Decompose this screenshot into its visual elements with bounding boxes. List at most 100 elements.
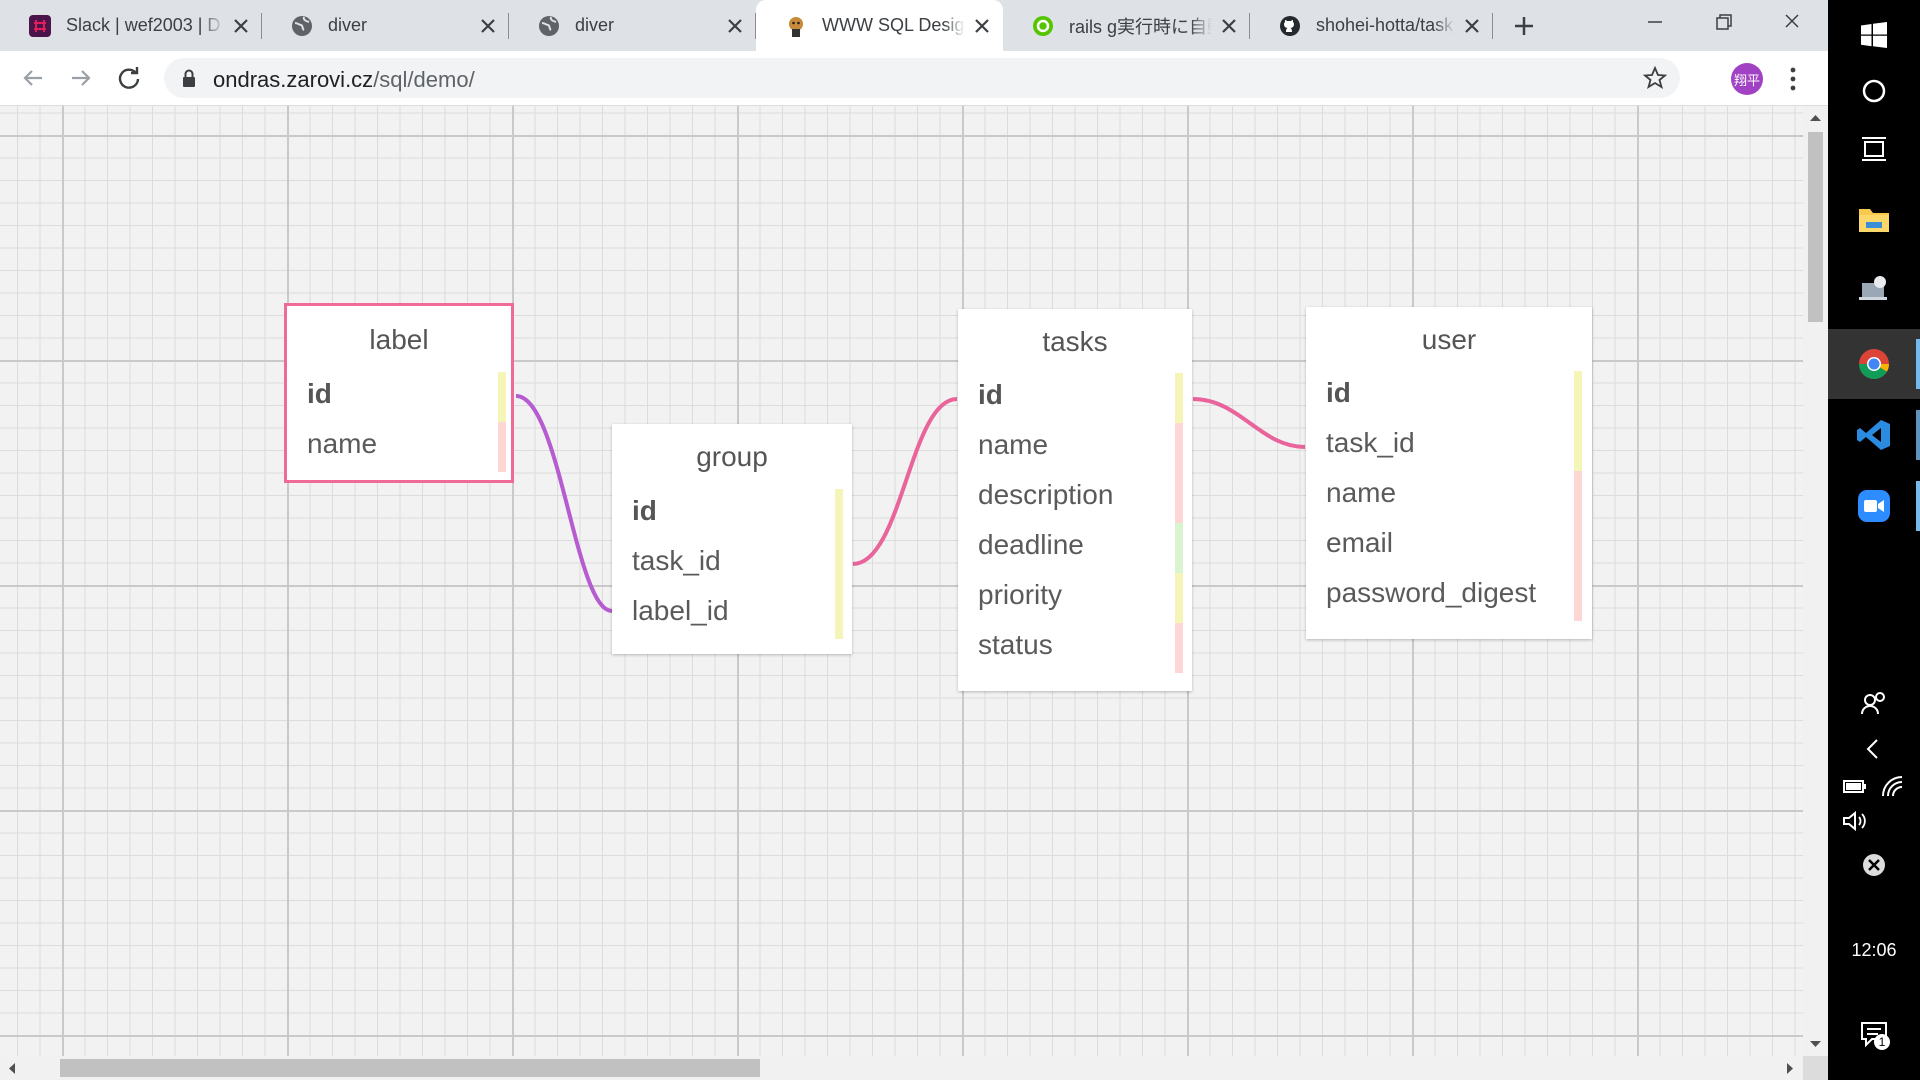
type-color-bar (1175, 423, 1183, 473)
row-priority[interactable]: priority (958, 573, 1192, 623)
relation-tasks-group[interactable] (852, 397, 958, 566)
row-name[interactable]: name (958, 423, 1192, 473)
tab-qiita[interactable]: rails g実行時に自動 (1003, 0, 1250, 51)
close-tab-icon[interactable] (724, 15, 746, 37)
table-title[interactable]: user (1306, 324, 1592, 356)
bookmark-star-icon[interactable] (1643, 66, 1667, 90)
scroll-down-arrow-icon[interactable] (1810, 1040, 1821, 1048)
type-color-bar (835, 489, 843, 539)
row-task-id[interactable]: task_id (612, 539, 852, 589)
table-title[interactable]: label (287, 324, 511, 356)
qiita-icon (1031, 14, 1055, 38)
battery-icon[interactable] (1842, 776, 1868, 796)
tab-slack[interactable]: Slack | wef2003 | D (0, 0, 262, 51)
horizontal-scroll-thumb[interactable] (60, 1059, 760, 1077)
type-color-bar (1574, 471, 1582, 521)
tab-diver-2[interactable]: diver (509, 0, 756, 51)
system-clock[interactable]: 12:06 (1828, 940, 1920, 961)
relation-tasks-user[interactable] (1192, 397, 1306, 449)
row-label-id[interactable]: label_id (612, 589, 852, 639)
tab-sql-designer[interactable]: WWW SQL Designer (756, 0, 1003, 51)
profile-avatar[interactable]: 翔平 (1731, 63, 1763, 95)
row-status[interactable]: status (958, 623, 1192, 673)
lock-icon[interactable] (181, 68, 197, 88)
tab-diver-1[interactable]: diver (262, 0, 509, 51)
horizontal-scrollbar[interactable] (0, 1056, 1803, 1080)
type-color-bar (1175, 623, 1183, 673)
forward-arrow-icon[interactable] (66, 63, 96, 93)
column-name: name (307, 428, 378, 459)
row-id[interactable]: id (612, 489, 852, 539)
volume-icon[interactable] (1842, 810, 1868, 832)
row-name[interactable]: name (1306, 471, 1592, 521)
wifi-icon[interactable] (1880, 774, 1906, 798)
zoom-icon[interactable] (1828, 471, 1920, 541)
row-password-digest[interactable]: password_digest (1306, 571, 1592, 621)
close-circle-icon[interactable] (1861, 852, 1887, 878)
designer-canvas[interactable]: label id name group id task_id label_id (0, 106, 1803, 1056)
column-name: priority (978, 579, 1063, 610)
column-name: description (978, 479, 1114, 510)
tab-bar: Slack | wef2003 | D diver diver WWW SQL … (0, 0, 1828, 51)
row-name[interactable]: name (287, 422, 511, 472)
file-explorer-icon[interactable] (1828, 184, 1920, 254)
table-title[interactable]: group (612, 441, 852, 473)
row-description[interactable]: description (958, 473, 1192, 523)
sql-designer-icon (784, 14, 808, 38)
people-icon[interactable] (1861, 690, 1887, 716)
url-host: ondras.zarovi.cz (213, 67, 374, 92)
menu-kebab-icon[interactable] (1781, 65, 1805, 93)
row-id[interactable]: id (1306, 371, 1592, 421)
table-label[interactable]: label id name (284, 303, 514, 483)
restore-icon[interactable] (1706, 8, 1740, 36)
reload-icon[interactable] (114, 63, 144, 93)
close-tab-icon[interactable] (1461, 15, 1483, 37)
task-view-icon[interactable] (1828, 114, 1920, 184)
address-bar[interactable]: ondras.zarovi.cz/sql/demo/ (164, 58, 1680, 98)
close-window-icon[interactable] (1775, 8, 1809, 36)
column-name: name (1326, 477, 1397, 508)
globe-icon (290, 14, 314, 38)
row-task-id[interactable]: task_id (1306, 421, 1592, 471)
notification-count-badge: 1 (1874, 1034, 1890, 1050)
close-tab-icon[interactable] (230, 15, 252, 37)
url-text[interactable]: ondras.zarovi.cz/sql/demo/ (213, 67, 475, 93)
chevron-left-icon[interactable] (1865, 738, 1881, 760)
row-id[interactable]: id (958, 373, 1192, 423)
row-email[interactable]: email (1306, 521, 1592, 571)
scroll-right-arrow-icon[interactable] (1786, 1063, 1794, 1074)
relation-label-group[interactable] (515, 394, 613, 613)
row-deadline[interactable]: deadline (958, 523, 1192, 573)
vscode-icon[interactable] (1828, 400, 1920, 470)
close-tab-icon[interactable] (1218, 15, 1240, 37)
table-group[interactable]: group id task_id label_id (612, 424, 852, 654)
action-center-icon[interactable]: 1 (1860, 1020, 1890, 1050)
new-tab-icon[interactable] (1510, 12, 1538, 40)
column-name: task_id (1326, 427, 1415, 458)
scroll-left-arrow-icon[interactable] (8, 1063, 16, 1074)
url-path: /sql/demo/ (373, 67, 475, 92)
remote-desktop-icon[interactable] (1828, 254, 1920, 324)
row-id[interactable]: id (287, 372, 511, 422)
tab-github[interactable]: shohei-hotta/task_ (1250, 0, 1493, 51)
table-title[interactable]: tasks (958, 326, 1192, 358)
table-user[interactable]: user id task_id name email password_dige… (1306, 307, 1592, 639)
type-color-bar (1175, 523, 1183, 573)
column-name: email (1326, 527, 1393, 558)
scroll-up-arrow-icon[interactable] (1810, 114, 1821, 122)
close-tab-icon[interactable] (971, 15, 993, 37)
minimize-icon[interactable] (1638, 8, 1672, 36)
vertical-scrollbar[interactable] (1803, 106, 1828, 1056)
table-tasks[interactable]: tasks id name description deadline prior… (958, 309, 1192, 691)
column-name: task_id (632, 545, 721, 576)
globe-icon (537, 14, 561, 38)
slack-icon (28, 14, 52, 38)
type-color-bar (1574, 421, 1582, 471)
back-arrow-icon[interactable] (18, 63, 48, 93)
windows-taskbar: 12:06 1 (1828, 0, 1920, 1080)
column-name: status (978, 629, 1053, 660)
vertical-scroll-thumb[interactable] (1808, 132, 1823, 322)
type-color-bar (498, 422, 506, 472)
chrome-icon[interactable] (1828, 329, 1920, 399)
close-tab-icon[interactable] (477, 15, 499, 37)
